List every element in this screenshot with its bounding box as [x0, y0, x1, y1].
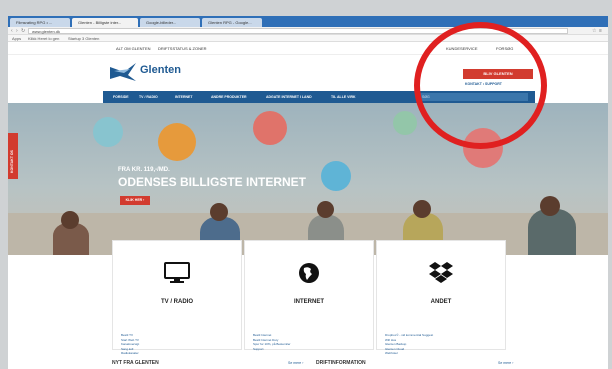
- card-link[interactable]: Kanaloversigt: [121, 342, 139, 347]
- browser-tab[interactable]: Glenten RPG - Google...: [202, 18, 262, 27]
- logo-text[interactable]: Glenten: [140, 64, 181, 76]
- person-head-image: [413, 200, 431, 218]
- card-link[interactable]: Support: [253, 347, 291, 352]
- person-head-image: [61, 211, 79, 229]
- nav-item-forside[interactable]: FORSIDE: [113, 95, 129, 99]
- contact-side-tab[interactable]: KONTAKT OS: [8, 133, 18, 179]
- annotation-circle: [414, 22, 547, 149]
- topstrip-link[interactable]: DRIFTSSTATUS & ZONER: [158, 46, 207, 51]
- contact-side-tab-label: KONTAKT OS: [10, 150, 14, 173]
- nav-item-tv-radio[interactable]: TV / RADIO: [139, 95, 158, 99]
- reload-icon[interactable]: ↻: [21, 28, 25, 34]
- person-image: [528, 209, 576, 255]
- bookmark-item[interactable]: Apps: [12, 35, 21, 42]
- chat-bubble-icon: [393, 111, 417, 135]
- menu-icon[interactable]: ≡: [599, 28, 602, 34]
- card-title: TV / RADIO: [160, 299, 193, 305]
- topstrip-link[interactable]: ALT OM GLENTEN: [116, 46, 151, 51]
- card-link[interactable]: Dropbox© - vid kommercial Suggest: [385, 333, 433, 338]
- forward-icon[interactable]: ›: [16, 28, 18, 34]
- wifi-bubble-icon: [158, 123, 196, 161]
- phone-bubble-icon: [253, 111, 287, 145]
- logo-bird-icon[interactable]: [110, 63, 136, 81]
- card-andet[interactable]: ANDET Dropbox© - vid kommercial Suggest …: [376, 240, 506, 360]
- news-section: NYT FRA GLENTEN Se mere › DRIFTINFORMATI…: [8, 355, 608, 369]
- person-head-image: [317, 201, 334, 218]
- bookmark-item[interactable]: Startup 3 Glenten: [68, 35, 99, 42]
- nav-item-til-alle[interactable]: TIL ALLE VIRK: [331, 95, 356, 99]
- card-internet[interactable]: INTERNET Bestil Internet Bestil Internet…: [244, 240, 374, 351]
- dropbox-icon: [429, 262, 453, 283]
- browser-tab[interactable]: Google-billeder...: [140, 18, 200, 27]
- tv-icon: [164, 262, 190, 283]
- globe-icon: [299, 263, 319, 283]
- news-more-link[interactable]: Se mere ›: [288, 361, 303, 365]
- card-title: INTERNET: [294, 299, 324, 305]
- drift-more-link[interactable]: Se mere ›: [498, 361, 513, 365]
- music-bubble-icon: [93, 117, 123, 147]
- browser-tab-active[interactable]: Glenten - Billigste inter...: [72, 18, 138, 27]
- card-title: ANDET: [430, 299, 452, 305]
- nav-item-adgate[interactable]: ADGATE INTERNET I LAND: [266, 95, 312, 99]
- person-head-image: [540, 196, 560, 216]
- nav-item-andre-produkter[interactable]: ANDRE PRODUKTER: [211, 95, 247, 99]
- hero-cta-button[interactable]: KLIK HER ›: [120, 196, 150, 205]
- hero-headline: ODENSES BILLIGSTE INTERNET: [118, 175, 307, 189]
- nav-item-internet[interactable]: INTERNET: [175, 95, 193, 99]
- hero-price: FRA KR. 119,-/MD.: [118, 167, 170, 173]
- bookmark-item[interactable]: Klikk Heret lo gen: [28, 35, 59, 42]
- card-links: Bestil Internet Bestil Internet Duty Spu…: [253, 333, 291, 351]
- mail-bubble-icon: [321, 161, 351, 191]
- star-icon[interactable]: ☆: [592, 28, 596, 34]
- person-head-image: [210, 203, 228, 221]
- news-heading: NYT FRA GLENTEN: [112, 360, 159, 366]
- tab-bar: Filmsrating RPG • ... Glenten - Billigst…: [8, 16, 608, 27]
- card-link[interactable]: Spur for 10%, på Bestemiler: [253, 342, 291, 347]
- card-links: Bestil TV Start Web TV Kanaloversigt San…: [121, 333, 139, 356]
- browser-tab[interactable]: Filmsrating RPG • ...: [10, 18, 70, 27]
- screenshot-frame: Filmsrating RPG • ... Glenten - Billigst…: [0, 0, 612, 369]
- card-tv-radio[interactable]: TV / RADIO Bestil TV Start Web TV Kanalo…: [112, 240, 242, 355]
- drift-heading: DRIFTINFORMATION: [316, 360, 366, 366]
- back-icon[interactable]: ‹: [11, 28, 13, 34]
